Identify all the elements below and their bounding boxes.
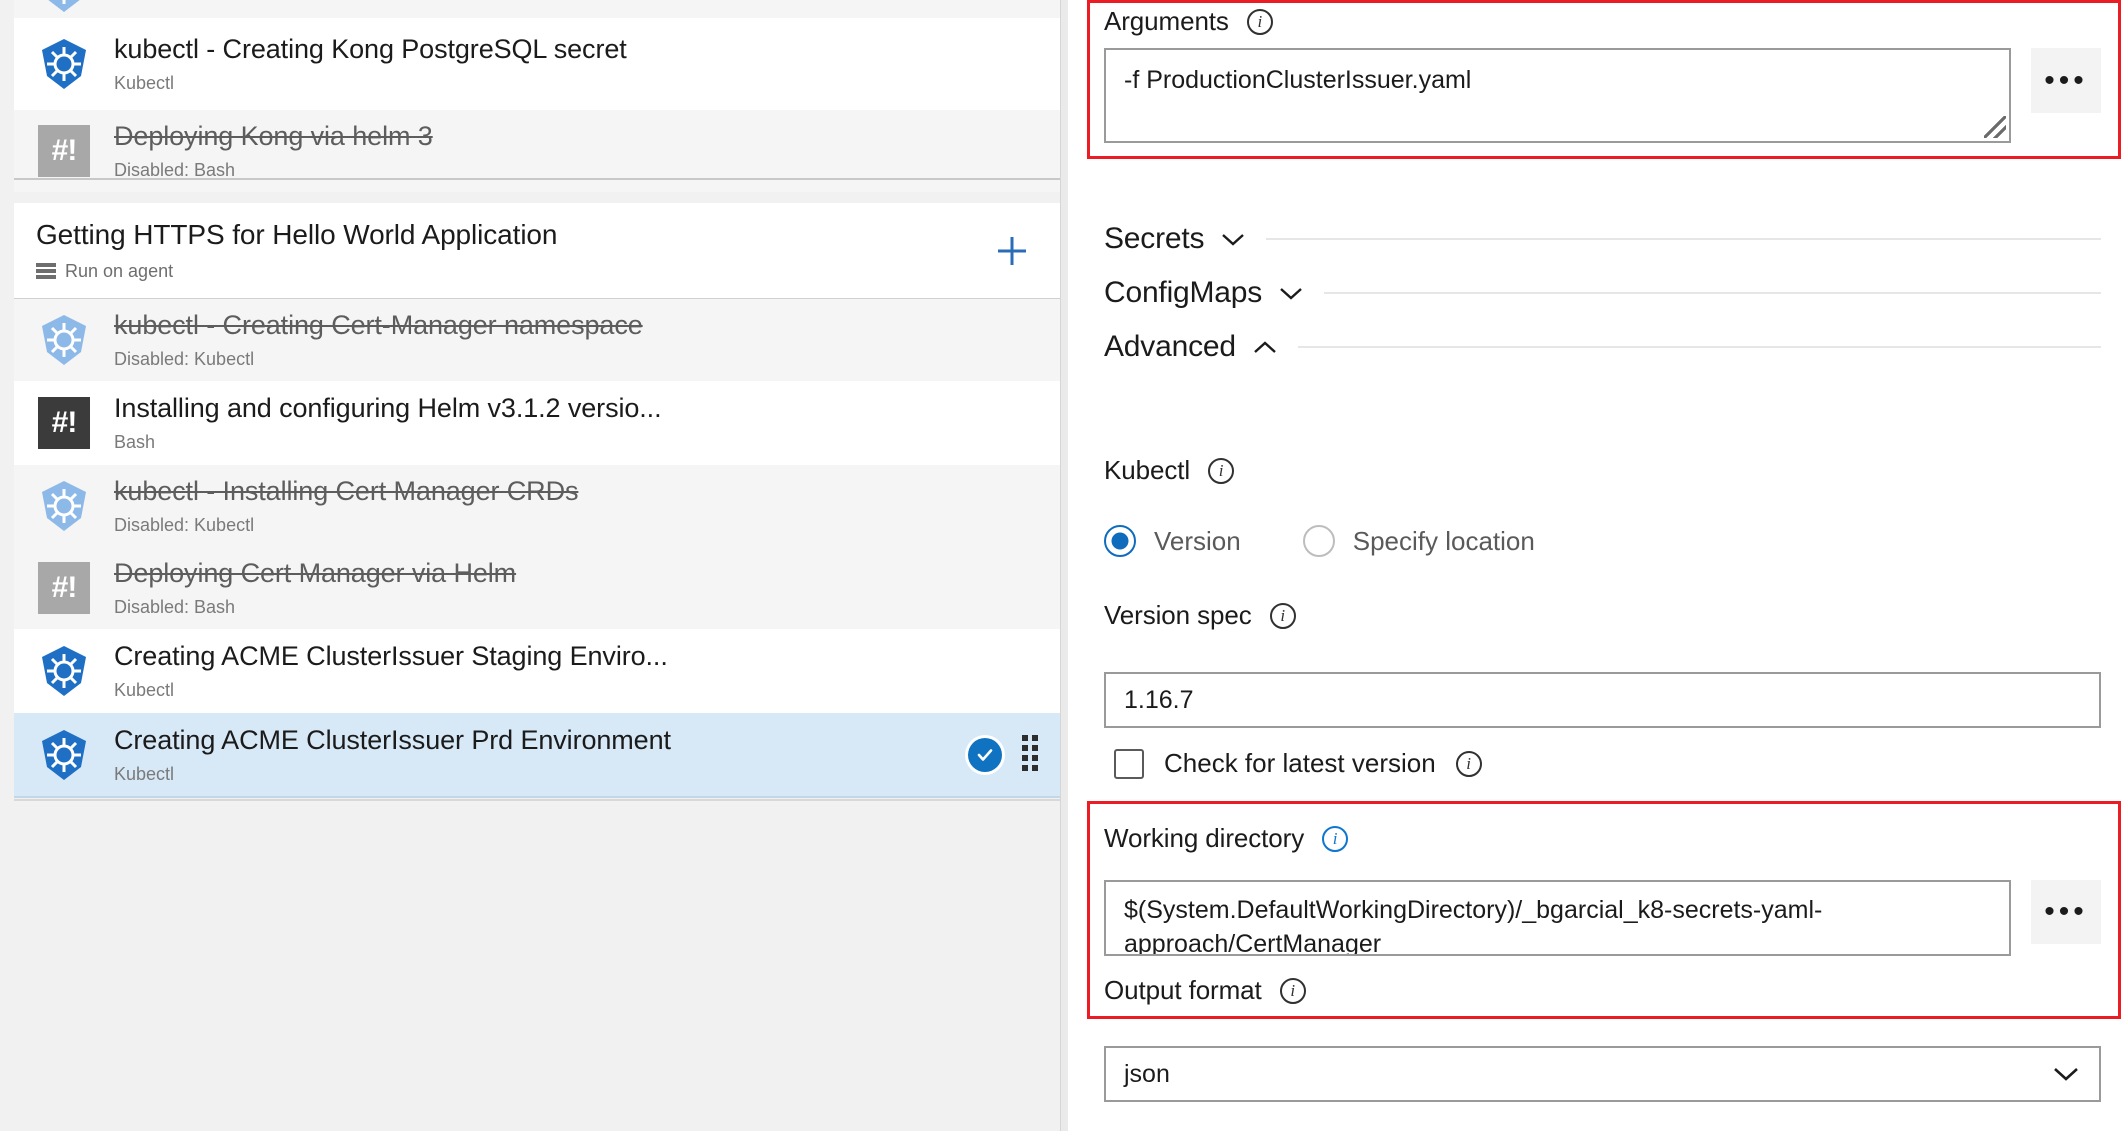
section-title: Secrets — [1104, 222, 1205, 255]
list-left-gutter — [0, 0, 14, 1131]
task-row[interactable]: #! Deploying Cert Manager via Helm Disab… — [14, 547, 1060, 629]
task-row[interactable]: kubectl - Creating Cert-Manager namespac… — [14, 299, 1060, 381]
task-row[interactable]: #! Installing and configuring Helm v3.1.… — [14, 381, 1060, 465]
task-title: kubectl - Creating Cert-Manager namespac… — [114, 309, 643, 340]
server-icon — [36, 263, 56, 280]
task-title: Creating ACME ClusterIssuer Staging Envi… — [114, 640, 668, 671]
check-latest-version-row[interactable]: Check for latest version i — [1114, 748, 1482, 779]
radio-dot-icon — [1104, 525, 1136, 557]
output-format-label-row: Output format i — [1104, 975, 1306, 1006]
bash-icon: #! — [36, 395, 92, 451]
output-format-value: json — [1124, 1059, 1170, 1088]
drag-dots-icon[interactable] — [1022, 735, 1038, 775]
info-icon[interactable]: i — [1246, 8, 1273, 35]
info-icon[interactable]: i — [1279, 977, 1306, 1004]
task-editor-window: kubectl - Creating Kong PostgreSQL secre… — [0, 0, 2121, 1131]
task-list-scrollbar[interactable] — [1060, 0, 1068, 1131]
radio-dot-icon — [1302, 525, 1335, 557]
task-title: Deploying Cert Manager via Helm — [114, 557, 517, 588]
task-row[interactable]: Creating ACME ClusterIssuer Staging Envi… — [14, 629, 1060, 713]
group-separator — [14, 178, 1060, 180]
task-row[interactable]: kubectl - Installing Cert Manager CRDs D… — [14, 465, 1060, 547]
bash-icon: #! — [36, 123, 92, 179]
info-icon[interactable]: i — [1208, 457, 1235, 484]
phase-subtitle: Run on agent — [65, 260, 174, 281]
kubectl-label: Kubectl — [1104, 455, 1191, 485]
arguments-label: Arguments — [1104, 6, 1229, 36]
bash-icon: #! — [36, 560, 92, 616]
version-spec-label: Version spec — [1104, 600, 1252, 630]
task-title: kubectl - Creating Kong PostgreSQL secre… — [114, 33, 627, 64]
working-directory-browse-button[interactable]: ••• — [2031, 880, 2101, 944]
page-title: Getting HTTPS for Hello World Applicatio… — [36, 219, 558, 251]
task-title: Creating ACME ClusterIssuer Prd Environm… — [114, 724, 671, 755]
check-circle-icon[interactable] — [968, 738, 1002, 772]
list-empty-space — [14, 801, 1060, 1131]
section-title: Advanced — [1104, 330, 1236, 363]
add-task-button[interactable] — [990, 229, 1034, 273]
task-subtitle: Kubectl — [114, 680, 175, 701]
section-divider — [1324, 292, 2101, 294]
section-title: ConfigMaps — [1104, 276, 1263, 309]
task-title: kubectl - Installing Cert Manager CRDs — [114, 475, 579, 506]
kubectl-source-radio-group: Version Specify location — [1104, 525, 1535, 557]
ellipsis-icon: ••• — [2044, 63, 2088, 97]
section-divider — [1266, 238, 2101, 240]
version-spec-input[interactable]: 1.16.7 — [1104, 672, 2101, 728]
section-header-configmaps[interactable]: ConfigMaps — [1104, 276, 2101, 310]
radio-label: Version — [1154, 525, 1241, 556]
kubernetes-icon — [36, 312, 92, 368]
radio-label: Specify location — [1352, 525, 1535, 556]
pipeline-task-list-panel: kubectl - Creating Kong PostgreSQL secre… — [0, 0, 1068, 1131]
chevron-down-icon — [1278, 285, 1304, 301]
arguments-input[interactable]: -f ProductionClusterIssuer.yaml — [1104, 48, 2011, 143]
check-latest-version-label: Check for latest version — [1164, 748, 1436, 778]
working-directory-value: $(System.DefaultWorkingDirectory)/_bgarc… — [1124, 896, 1823, 956]
chevron-down-icon — [1220, 231, 1246, 247]
working-directory-input[interactable]: $(System.DefaultWorkingDirectory)/_bgarc… — [1104, 880, 2011, 956]
info-icon[interactable]: i — [1455, 750, 1482, 777]
task-row-partial-top[interactable] — [14, 0, 1060, 18]
checkbox-icon[interactable] — [1114, 748, 1144, 779]
section-header-advanced[interactable]: Advanced — [1104, 330, 2101, 364]
version-spec-label-row: Version spec i — [1104, 600, 1296, 631]
info-icon[interactable]: i — [1322, 825, 1349, 852]
section-divider — [1297, 346, 2101, 348]
working-directory-label: Working directory — [1104, 823, 1305, 853]
task-subtitle: Kubectl — [114, 764, 175, 785]
task-subtitle: Disabled: Bash — [114, 597, 236, 618]
section-header-secrets[interactable]: Secrets — [1104, 222, 2101, 256]
task-subtitle: Disabled: Kubectl — [114, 349, 255, 370]
output-format-label: Output format — [1104, 975, 1262, 1005]
kubernetes-icon — [36, 478, 92, 534]
kubernetes-icon — [36, 0, 92, 15]
task-title: Installing and configuring Helm v3.1.2 v… — [114, 392, 662, 423]
task-subtitle: Disabled: Kubectl — [114, 515, 255, 536]
task-properties-panel: Arguments i -f ProductionClusterIssuer.y… — [1068, 0, 2121, 1131]
task-subtitle: Bash — [114, 432, 156, 453]
resize-grip-icon[interactable] — [1984, 116, 2006, 138]
working-directory-label-row: Working directory i — [1104, 823, 1349, 854]
version-spec-value: 1.16.7 — [1124, 685, 1194, 714]
arguments-browse-button[interactable]: ••• — [2031, 48, 2101, 113]
chevron-up-icon — [1252, 339, 1278, 355]
arguments-label-row: Arguments i — [1104, 6, 1273, 37]
task-subtitle: Kubectl — [114, 73, 175, 94]
radio-specify-location[interactable]: Specify location — [1302, 525, 1535, 557]
chevron-down-icon — [2051, 1060, 2081, 1089]
kubernetes-icon — [36, 643, 92, 699]
arguments-value: -f ProductionClusterIssuer.yaml — [1124, 66, 1472, 94]
output-format-select[interactable]: json — [1104, 1046, 2101, 1102]
kubectl-label-row: Kubectl i — [1104, 455, 1235, 486]
phase-header[interactable]: Getting HTTPS for Hello World Applicatio… — [14, 203, 1060, 299]
task-title: Deploying Kong via helm 3 — [114, 120, 433, 151]
radio-version[interactable]: Version — [1104, 525, 1241, 557]
kubernetes-icon — [36, 36, 92, 92]
info-icon[interactable]: i — [1269, 602, 1296, 629]
ellipsis-icon: ••• — [2044, 895, 2088, 928]
task-row-selected[interactable]: Creating ACME ClusterIssuer Prd Environm… — [14, 713, 1060, 798]
kubernetes-icon — [36, 727, 92, 783]
task-row[interactable]: kubectl - Creating Kong PostgreSQL secre… — [14, 18, 1060, 110]
